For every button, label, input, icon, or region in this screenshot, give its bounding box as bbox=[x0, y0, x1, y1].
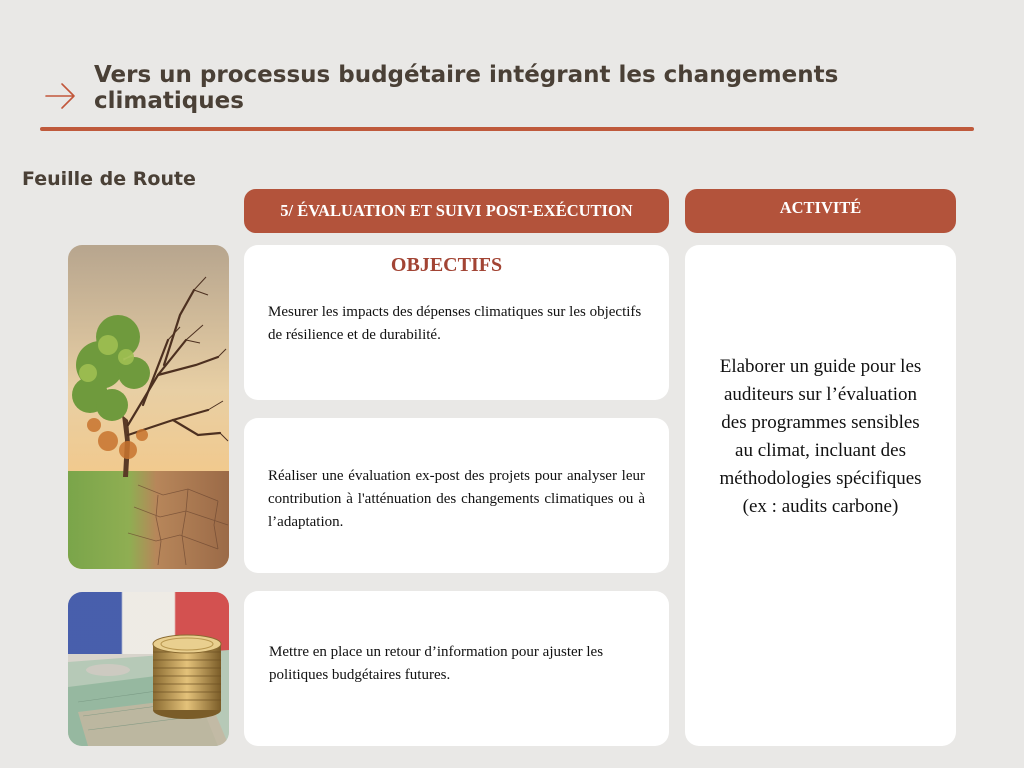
stage-header-label: 5/ ÉVALUATION ET SUIVI POST-EXÉCUTION bbox=[280, 201, 633, 220]
activity-text: Elaborer un guide pour les auditeurs sur… bbox=[719, 356, 922, 517]
coins-banknotes-image bbox=[68, 592, 229, 746]
objective-card-3: Mettre en place un retour d’information … bbox=[244, 591, 669, 746]
activity-header: ACTIVITÉ bbox=[685, 189, 956, 233]
arrow-right-icon bbox=[45, 83, 75, 109]
objective-text-3: Mettre en place un retour d’information … bbox=[269, 644, 604, 683]
objectives-heading: OBJECTIFS bbox=[390, 254, 503, 276]
activity-header-label: ACTIVITÉ bbox=[779, 198, 862, 217]
climate-tree-image bbox=[68, 245, 229, 569]
title-divider bbox=[40, 127, 974, 131]
objective-card-2: Réaliser une évaluation ex-post des proj… bbox=[244, 418, 669, 573]
activity-card: Elaborer un guide pour les auditeurs sur… bbox=[685, 245, 956, 746]
section-subtitle: Feuille de Route bbox=[22, 168, 196, 190]
objective-text-1: Mesurer les impacts des dépenses climati… bbox=[268, 304, 642, 343]
objective-card-1: OBJECTIFS Mesurer les impacts des dépens… bbox=[244, 245, 669, 400]
objective-text-2: Réaliser une évaluation ex-post des proj… bbox=[268, 468, 645, 530]
stage-header: 5/ ÉVALUATION ET SUIVI POST-EXÉCUTION bbox=[244, 189, 669, 233]
page-title: Vers un processus budgétaire intégrant l… bbox=[94, 62, 839, 114]
